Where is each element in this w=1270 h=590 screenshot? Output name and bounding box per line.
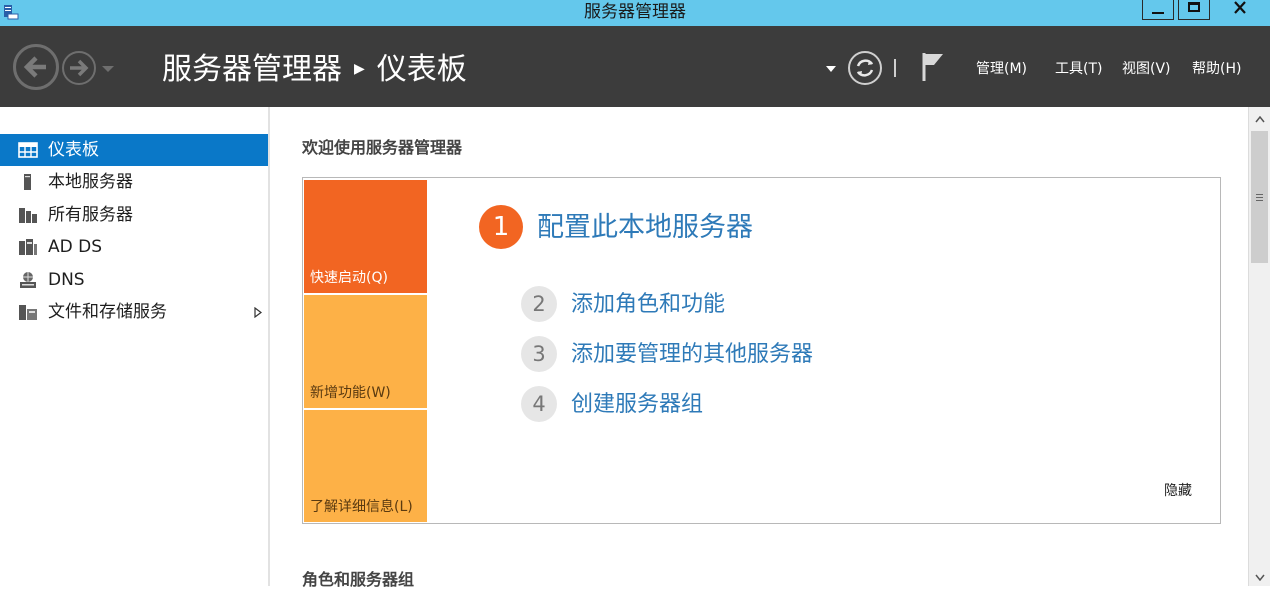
step-3-link[interactable]: 添加要管理的其他服务器 — [571, 340, 813, 370]
dns-icon — [20, 272, 36, 288]
sidebar-item-local-server[interactable]: 本地服务器 — [0, 166, 268, 198]
hide-link[interactable]: 隐藏 — [1164, 480, 1192, 500]
sidebar-divider — [268, 107, 270, 586]
step-2-number: 2 — [521, 286, 557, 322]
scroll-down-arrow-icon[interactable] — [1251, 568, 1268, 586]
sidebar-item-label: AD DS — [48, 237, 103, 257]
sidebar-item-label: 仪表板 — [48, 140, 99, 160]
scroll-up-arrow-icon[interactable] — [1251, 110, 1268, 128]
step-1-number: 1 — [479, 205, 523, 249]
sidebar-item-label: 本地服务器 — [48, 172, 133, 192]
step-2-link[interactable]: 添加角色和功能 — [571, 290, 725, 320]
back-arrow-icon — [23, 56, 46, 78]
storage-icon — [19, 305, 37, 320]
breadcrumb-separator-icon: ▶ — [354, 61, 365, 77]
breadcrumb-current: 仪表板 — [376, 52, 467, 87]
tile-whats-new[interactable]: 新增功能(W) — [304, 295, 427, 408]
sidebar-item-all-servers[interactable]: 所有服务器 — [0, 199, 268, 231]
welcome-title: 欢迎使用服务器管理器 — [302, 138, 463, 157]
ad-ds-icon — [19, 239, 37, 255]
sidebar-item-dns[interactable]: DNS — [0, 264, 268, 296]
flag-icon[interactable] — [920, 51, 946, 83]
dashboard-icon — [18, 142, 38, 158]
servers-icon — [19, 208, 37, 223]
header-divider — [894, 59, 896, 77]
breadcrumb: 服务器管理器 ▶ 仪表板 — [162, 49, 467, 90]
forward-button[interactable] — [62, 51, 96, 85]
refresh-button[interactable] — [848, 51, 882, 85]
menu-help[interactable]: 帮助(H) — [1192, 59, 1241, 79]
header-bar: 服务器管理器 ▶ 仪表板 管理(M) 工具(T) 视图(V) 帮助(H) — [0, 26, 1270, 107]
roles-section-title: 角色和服务器组 — [302, 570, 415, 589]
scrollbar-thumb[interactable] — [1251, 131, 1268, 263]
step-4-number: 4 — [521, 386, 557, 422]
tile-learn-more[interactable]: 了解详细信息(L) — [304, 410, 427, 522]
tile-label: 快速启动(Q) — [310, 270, 388, 286]
sidebar-item-file-storage[interactable]: 文件和存储服务 — [0, 296, 268, 328]
maximize-button[interactable] — [1178, 0, 1210, 20]
menu-manage[interactable]: 管理(M) — [976, 59, 1027, 79]
notification-dropdown-icon[interactable] — [826, 66, 836, 72]
sidebar-item-label: 文件和存储服务 — [48, 302, 167, 322]
window-title: 服务器管理器 — [584, 2, 686, 22]
submenu-arrow-icon[interactable] — [254, 307, 262, 318]
server-icon — [24, 174, 31, 190]
breadcrumb-root[interactable]: 服务器管理器 — [162, 52, 342, 87]
sidebar-item-dashboard[interactable]: 仪表板 — [0, 134, 268, 166]
step-1-link[interactable]: 配置此本地服务器 — [537, 210, 753, 246]
sidebar-item-ad-ds[interactable]: AD DS — [0, 231, 268, 263]
forward-arrow-icon — [70, 59, 89, 77]
tile-label: 了解详细信息(L) — [310, 499, 413, 515]
tile-quick-start[interactable]: 快速启动(Q) — [304, 180, 427, 293]
step-4-link[interactable]: 创建服务器组 — [571, 390, 703, 420]
close-button[interactable] — [1212, 0, 1270, 20]
close-icon — [1234, 1, 1246, 14]
menu-view[interactable]: 视图(V) — [1122, 59, 1171, 79]
back-button[interactable] — [13, 44, 59, 90]
step-3-number: 3 — [521, 336, 557, 372]
sidebar-item-label: 所有服务器 — [48, 205, 133, 225]
tile-label: 新增功能(W) — [310, 385, 391, 401]
sidebar-item-label: DNS — [48, 270, 85, 290]
menu-tools[interactable]: 工具(T) — [1055, 59, 1102, 79]
title-bar: 服务器管理器 — [0, 0, 1270, 26]
refresh-icon — [856, 59, 874, 77]
history-dropdown-icon[interactable] — [101, 65, 115, 73]
minimize-button[interactable] — [1142, 0, 1174, 20]
